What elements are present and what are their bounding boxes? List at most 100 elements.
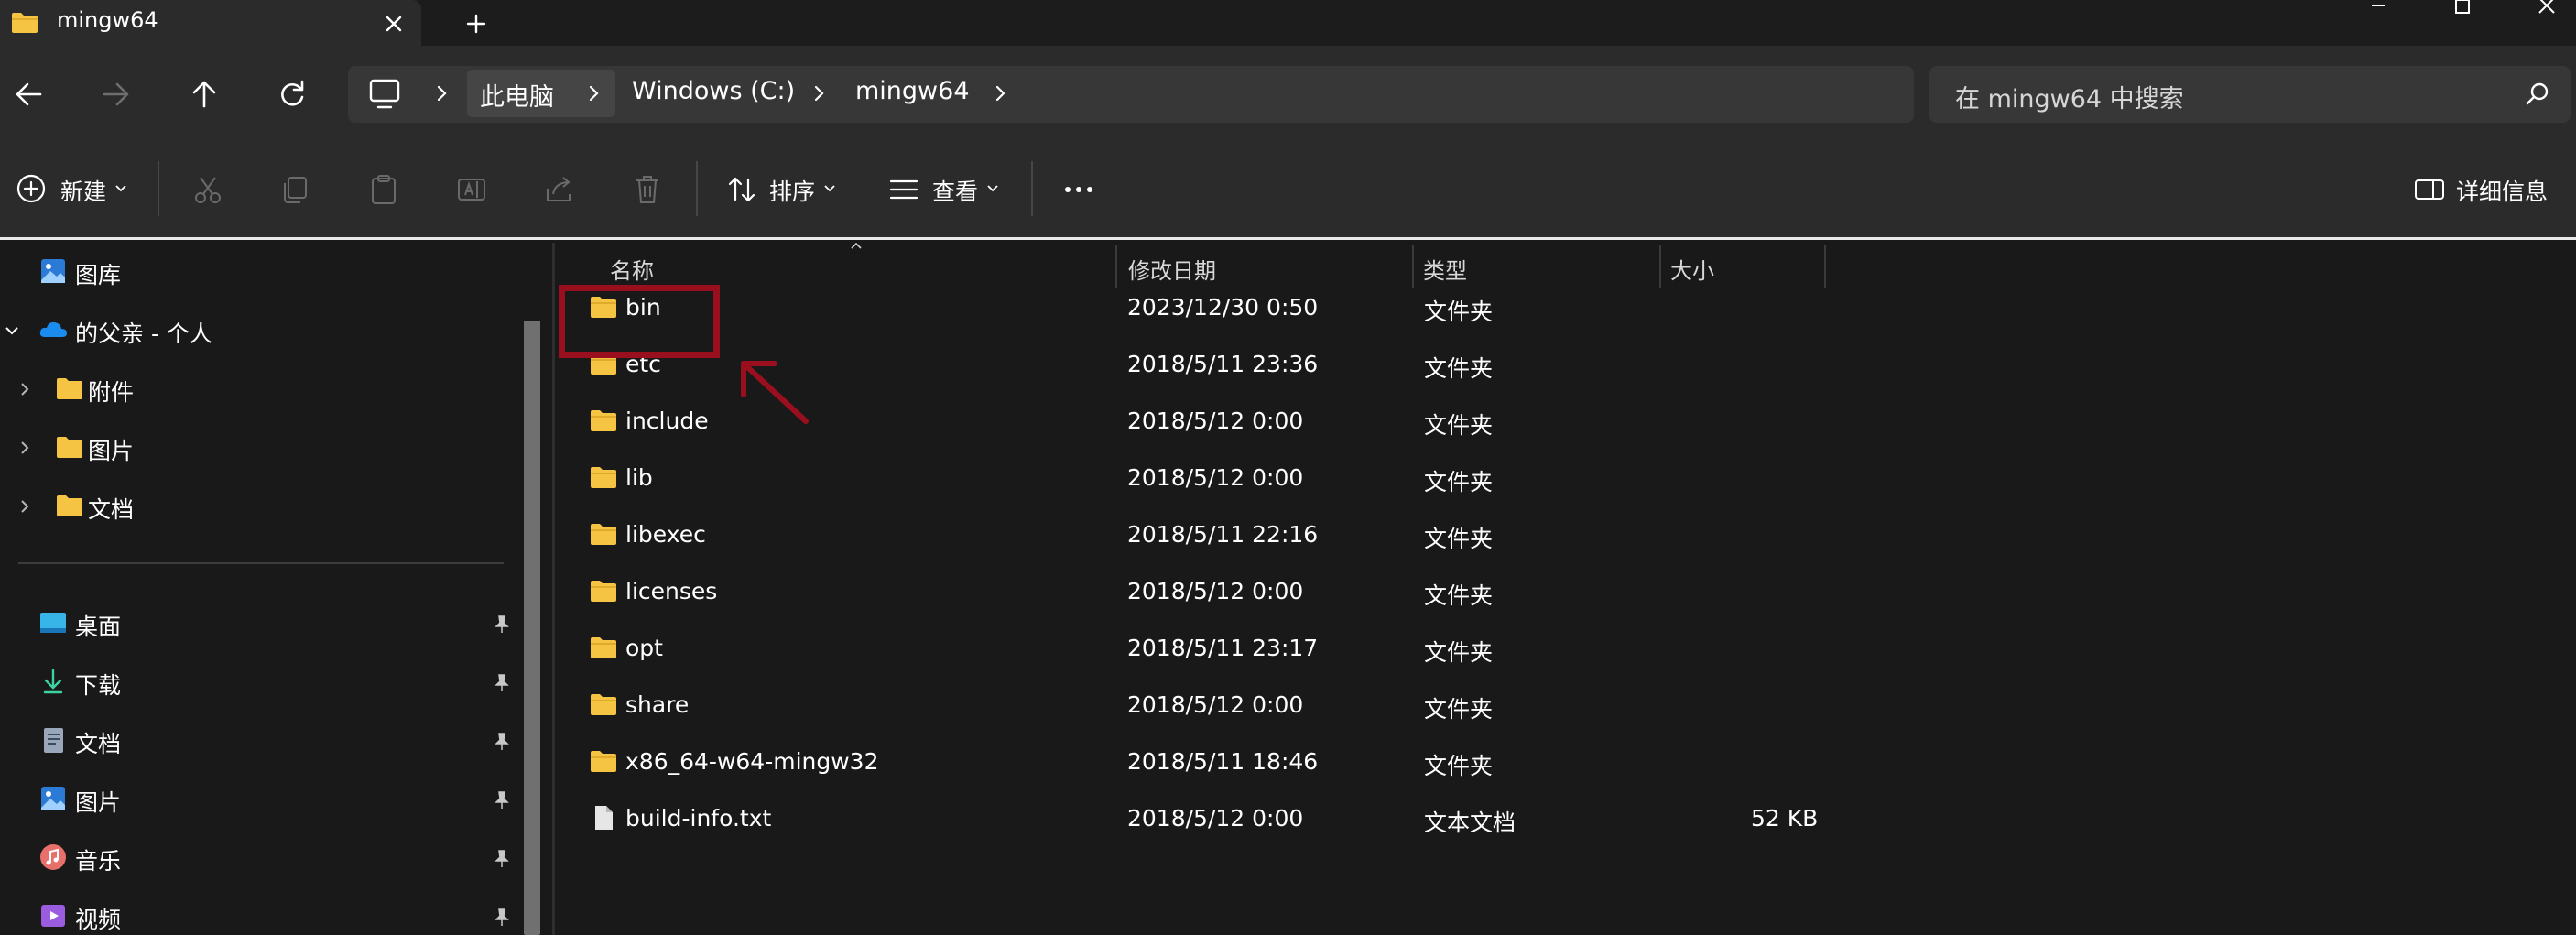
file-type: 文件夹 (1424, 753, 1494, 779)
breadcrumb-this-pc[interactable]: 此电脑 (480, 77, 554, 113)
sidebar-item-videos[interactable]: 视频 (75, 902, 121, 935)
breadcrumb-mingw64[interactable]: mingw64 (855, 77, 970, 105)
file-name[interactable]: share (625, 691, 689, 718)
breadcrumb-drive-c[interactable]: Windows (C:) (632, 77, 795, 105)
pin-icon[interactable] (491, 614, 513, 636)
video-icon (38, 901, 68, 930)
desktop-icon (38, 608, 68, 637)
folder-icon (590, 407, 617, 434)
pin-icon[interactable] (491, 789, 513, 811)
up-arrow-icon[interactable] (181, 71, 227, 117)
sidebar-item-desktop[interactable]: 桌面 (75, 609, 121, 642)
pin-icon[interactable] (491, 907, 513, 929)
chevron-right-icon[interactable] (15, 438, 35, 458)
file-name[interactable]: x86_64-w64-mingw32 (625, 748, 879, 775)
file-type: 文件夹 (1424, 469, 1494, 495)
column-header-type[interactable]: 类型 (1423, 253, 1467, 285)
file-name[interactable]: lib (625, 464, 653, 491)
chevron-right-icon[interactable] (15, 496, 35, 516)
annotation-highlight-box (559, 285, 720, 358)
file-name[interactable]: licenses (625, 578, 717, 604)
file-name[interactable]: libexec (625, 521, 706, 548)
pin-icon[interactable] (491, 672, 513, 694)
forward-arrow-icon[interactable] (93, 71, 139, 117)
refresh-icon[interactable] (269, 71, 315, 117)
new-icon[interactable] (13, 170, 51, 209)
folder-icon (590, 520, 617, 548)
view-button[interactable]: 查看 (932, 174, 978, 207)
chevron-down-icon[interactable] (112, 181, 130, 196)
folder-icon (590, 463, 617, 491)
file-date: 2018/5/12 0:00 (1127, 408, 1304, 434)
folder-icon (55, 491, 84, 520)
new-button[interactable]: 新建 (60, 174, 106, 207)
copy-icon[interactable] (277, 170, 315, 209)
folder-icon (11, 11, 38, 35)
file-size: 52 KB (1751, 805, 1819, 832)
paste-icon[interactable] (364, 170, 403, 209)
back-arrow-icon[interactable] (5, 71, 51, 117)
sidebar-item-attachments[interactable]: 附件 (88, 375, 134, 408)
file-type: 文件夹 (1424, 582, 1494, 609)
column-separator[interactable] (1824, 245, 1826, 288)
document-icon (38, 725, 68, 755)
chevron-right-icon[interactable] (582, 81, 604, 106)
rename-icon[interactable] (452, 170, 491, 209)
pane-divider[interactable] (552, 243, 555, 935)
column-separator[interactable] (1659, 245, 1661, 288)
column-separator[interactable] (1412, 245, 1414, 288)
file-name[interactable]: opt (625, 635, 663, 661)
toolbar-divider (1031, 161, 1033, 216)
sidebar-item-pictures-cloud[interactable]: 图片 (88, 433, 134, 466)
close-window-icon[interactable] (2526, 0, 2568, 22)
maximize-icon[interactable] (2441, 0, 2484, 22)
details-button[interactable]: 详细信息 (2456, 174, 2548, 207)
chevron-down-icon[interactable] (821, 181, 839, 196)
folder-icon (590, 690, 617, 718)
sidebar-item-music[interactable]: 音乐 (75, 843, 121, 876)
sidebar-item-pictures[interactable]: 图片 (75, 785, 121, 818)
chevron-down-icon[interactable] (984, 181, 1002, 196)
delete-icon[interactable] (628, 170, 667, 209)
column-header-size[interactable]: 大小 (1670, 253, 1714, 285)
file-date: 2018/5/11 23:17 (1127, 635, 1319, 661)
new-tab-icon[interactable] (458, 5, 495, 42)
search-icon[interactable] (2522, 79, 2553, 110)
view-icon[interactable] (885, 170, 923, 209)
more-options-icon[interactable] (1059, 170, 1099, 209)
column-header-name[interactable]: 名称 (610, 253, 654, 285)
gallery-icon (38, 256, 68, 286)
share-icon[interactable] (540, 170, 579, 209)
toolbar-divider (158, 161, 159, 216)
column-header-date[interactable]: 修改日期 (1128, 253, 1216, 285)
file-date: 2018/5/11 22:16 (1127, 521, 1319, 548)
file-name[interactable]: build-info.txt (625, 805, 771, 832)
pin-icon[interactable] (491, 731, 513, 753)
sidebar-item-documents[interactable]: 文档 (75, 726, 121, 759)
chevron-right-icon[interactable] (808, 81, 830, 106)
chevron-down-icon[interactable] (2, 321, 22, 341)
chevron-right-icon[interactable] (15, 379, 35, 399)
sort-button[interactable]: 排序 (769, 174, 815, 207)
pin-icon[interactable] (491, 848, 513, 870)
onedrive-icon (38, 315, 68, 344)
file-name[interactable]: include (625, 408, 709, 434)
details-pane-icon[interactable] (2410, 170, 2449, 209)
close-tab-icon[interactable] (377, 7, 410, 40)
folder-icon (590, 747, 617, 775)
sidebar-item-onedrive[interactable]: 的父亲 - 个人 (75, 316, 212, 349)
sort-icon[interactable] (723, 170, 762, 209)
cut-icon[interactable] (189, 170, 227, 209)
file-type: 文件夹 (1424, 412, 1494, 439)
sidebar-item-gallery[interactable]: 图库 (75, 257, 121, 290)
file-date: 2023/12/30 0:50 (1127, 294, 1319, 321)
sidebar-scrollbar[interactable] (524, 321, 540, 935)
sidebar-item-downloads[interactable]: 下载 (75, 668, 121, 701)
search-placeholder: 在 mingw64 中搜索 (1955, 85, 2184, 114)
chevron-right-icon[interactable] (430, 81, 452, 106)
sidebar-item-documents-cloud[interactable]: 文档 (88, 492, 134, 525)
this-pc-icon[interactable] (366, 77, 403, 112)
minimize-icon[interactable] (2357, 0, 2399, 22)
column-separator[interactable] (1115, 245, 1117, 288)
chevron-right-icon[interactable] (989, 81, 1011, 106)
